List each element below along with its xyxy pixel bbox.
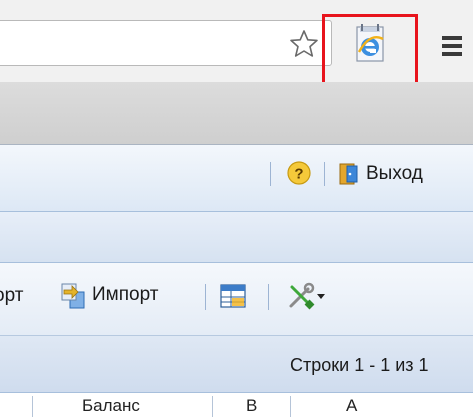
help-question-icon: ? [287, 161, 311, 185]
exit-label: Выход [366, 163, 423, 184]
tools-wrench-screwdriver-icon [289, 282, 315, 310]
column-divider [290, 396, 291, 417]
header-separator [324, 162, 325, 186]
column-header-b[interactable]: В [246, 396, 257, 416]
column-header-balance[interactable]: Баланс [82, 396, 140, 416]
import-label: Импорт [92, 284, 159, 305]
star-outline-icon [290, 30, 318, 57]
bookmark-star-button[interactable] [288, 28, 320, 60]
export-button[interactable]: орт [0, 285, 23, 307]
rows-count-label: Строки 1 - 1 из 1 [290, 355, 429, 375]
dropdown-arrow-icon [317, 294, 325, 299]
toolbar-separator [205, 284, 206, 310]
header-separator [270, 162, 271, 186]
address-bar[interactable] [0, 20, 332, 66]
toolbar-separator [268, 284, 269, 310]
grid-column-header-row [0, 393, 473, 417]
panel-header-bar [0, 212, 473, 263]
import-icon [61, 283, 85, 309]
exit-door-icon [339, 163, 358, 185]
svg-text:?: ? [294, 166, 303, 183]
table-view-button[interactable] [218, 282, 248, 310]
column-header-a[interactable]: А [346, 396, 357, 416]
highlight-annotation [322, 14, 418, 88]
help-button[interactable]: ? [286, 160, 312, 186]
browser-menu-button[interactable] [430, 24, 468, 68]
tab-strip [0, 82, 473, 145]
exit-button[interactable]: Выход [338, 158, 423, 190]
hamburger-menu-icon [442, 36, 462, 56]
column-divider [32, 396, 33, 417]
table-view-icon [220, 284, 246, 308]
column-divider [212, 396, 213, 417]
import-button[interactable]: Импорт [58, 278, 158, 312]
tools-menu-button[interactable] [286, 280, 326, 312]
